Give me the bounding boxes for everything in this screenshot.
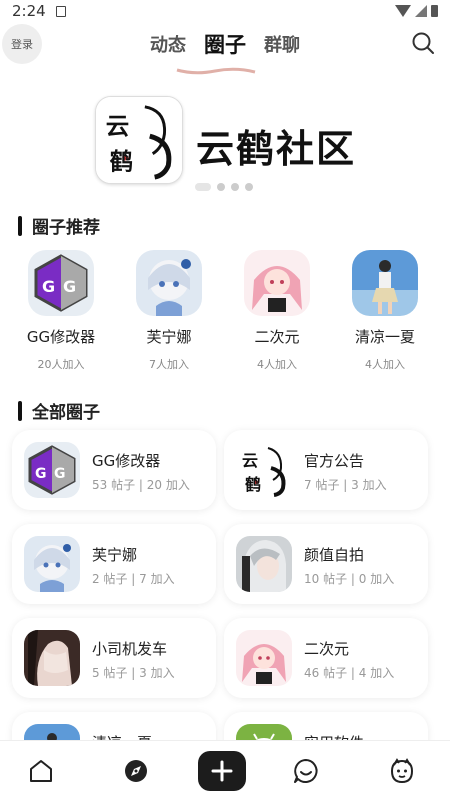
- circle-card-driver[interactable]: 小司机发车 5 帖子 | 3 加入: [12, 618, 216, 698]
- circle-name: GG修改器: [92, 452, 161, 470]
- carousel-dot: [245, 183, 253, 191]
- svg-text:G: G: [42, 277, 55, 296]
- circle-card-anime[interactable]: 二次元 46 帖子 | 4 加入: [224, 618, 428, 698]
- summer-photo-avatar: [352, 250, 418, 316]
- section-all-title: 全部圈子: [18, 398, 100, 423]
- circle-name: 二次元: [304, 640, 350, 658]
- card-logo-char-2: 鹤: [245, 475, 261, 494]
- home-icon[interactable]: [27, 757, 55, 785]
- recommend-item-summer[interactable]: 清凉一夏 4人加入: [335, 250, 435, 372]
- recommend-item-name: 二次元: [254, 328, 300, 346]
- section-recommend-label: 圈子推荐: [32, 218, 100, 238]
- recommend-item-furina[interactable]: 芙宁娜 7人加入: [119, 250, 219, 372]
- tab-group-chat[interactable]: 群聊: [264, 31, 300, 57]
- furina-avatar: [24, 536, 80, 592]
- circle-stats: 53 帖子 | 20 加入: [92, 478, 190, 492]
- yunhe-logo-icon: 云 鹤: [95, 96, 183, 184]
- svg-text:G: G: [63, 277, 76, 296]
- recommend-item-count: 7人加入: [149, 358, 189, 371]
- circle-name: 芙宁娜: [92, 546, 138, 564]
- battery-icon: [431, 5, 438, 17]
- yunhe-logo-icon: 云 鹤: [236, 442, 292, 498]
- banner-previous-slide-edge: [176, 67, 256, 75]
- carousel-indicator: [195, 183, 253, 191]
- status-bar: 2:24: [0, 0, 450, 22]
- banner-carousel[interactable]: 云 鹤 云鹤社区: [0, 66, 450, 196]
- section-all-label: 全部圈子: [32, 403, 100, 423]
- circle-stats: 5 帖子 | 3 加入: [92, 666, 175, 680]
- section-marker: [18, 400, 22, 421]
- carousel-dot: [231, 183, 239, 191]
- circle-name: 官方公告: [304, 452, 365, 470]
- circle-stats: 2 帖子 | 7 加入: [92, 572, 175, 586]
- card-logo-char-1: 云: [242, 451, 258, 470]
- recommend-item-name: GG修改器: [26, 328, 96, 346]
- top-tabs: 动态 圈子 群聊: [0, 22, 450, 66]
- gg-modifier-icon: G G: [24, 442, 80, 498]
- discover-icon[interactable]: [122, 757, 150, 785]
- banner-logo-char-2: 鹤: [110, 147, 133, 175]
- status-icons: [395, 5, 438, 17]
- circle-stats: 10 帖子 | 0 加入: [304, 572, 395, 586]
- anime-girl-avatar: [244, 250, 310, 316]
- signal-icon: [415, 5, 427, 17]
- section-recommend-title: 圈子推荐: [18, 213, 100, 238]
- carousel-dot: [195, 183, 211, 191]
- plus-icon: [211, 760, 233, 782]
- circle-card-furina[interactable]: 芙宁娜 2 帖子 | 7 加入: [12, 524, 216, 604]
- recommend-item-count: 4人加入: [257, 358, 297, 371]
- tab-circles[interactable]: 圈子: [204, 29, 246, 59]
- section-marker: [18, 215, 22, 236]
- furina-avatar: [136, 250, 202, 316]
- recommend-item-count: 20人加入: [37, 358, 85, 371]
- sd-card-icon: [55, 5, 66, 17]
- banner-logo-char-1: 云: [106, 112, 129, 140]
- message-icon[interactable]: [292, 757, 320, 785]
- circle-name: 小司机发车: [92, 640, 168, 658]
- recommend-item-gg[interactable]: G G GG修改器 20人加入: [11, 250, 111, 372]
- wifi-icon: [395, 5, 411, 17]
- bottom-tab-bar: [0, 740, 450, 800]
- recommend-item-anime[interactable]: 二次元 4人加入: [227, 250, 327, 372]
- circle-stats: 46 帖子 | 4 加入: [304, 666, 395, 680]
- banner-title: 云鹤社区: [196, 126, 357, 171]
- circle-card-selfie[interactable]: 颜值自拍 10 帖子 | 0 加入: [224, 524, 428, 604]
- circle-card-announcement[interactable]: 云 鹤 官方公告 7 帖子 | 3 加入: [224, 430, 428, 510]
- driver-avatar: [24, 630, 80, 686]
- profile-icon[interactable]: [388, 757, 416, 785]
- selfie-avatar: [236, 536, 292, 592]
- recommend-item-name: 清凉一夏: [354, 328, 415, 346]
- status-time: 2:24: [12, 2, 46, 20]
- svg-text:G: G: [35, 466, 47, 482]
- recommend-item-name: 芙宁娜: [146, 328, 192, 346]
- search-icon[interactable]: [410, 30, 436, 56]
- recommend-list: G G GG修改器 20人加入 芙宁娜 7人加入 二次元 4人加入 清凉一夏 4…: [0, 250, 450, 380]
- top-nav: 登录 动态 圈子 群聊: [0, 22, 450, 66]
- circle-card-gg[interactable]: G G GG修改器 53 帖子 | 20 加入: [12, 430, 216, 510]
- anime-girl-avatar: [236, 630, 292, 686]
- circle-stats: 7 帖子 | 3 加入: [304, 478, 387, 492]
- circle-name: 颜值自拍: [304, 546, 365, 564]
- recommend-item-count: 4人加入: [365, 358, 405, 371]
- gg-modifier-icon: G G: [28, 250, 94, 316]
- carousel-dot: [217, 183, 225, 191]
- add-icon[interactable]: [198, 751, 246, 791]
- tab-feed[interactable]: 动态: [150, 31, 186, 57]
- svg-text:G: G: [54, 466, 66, 482]
